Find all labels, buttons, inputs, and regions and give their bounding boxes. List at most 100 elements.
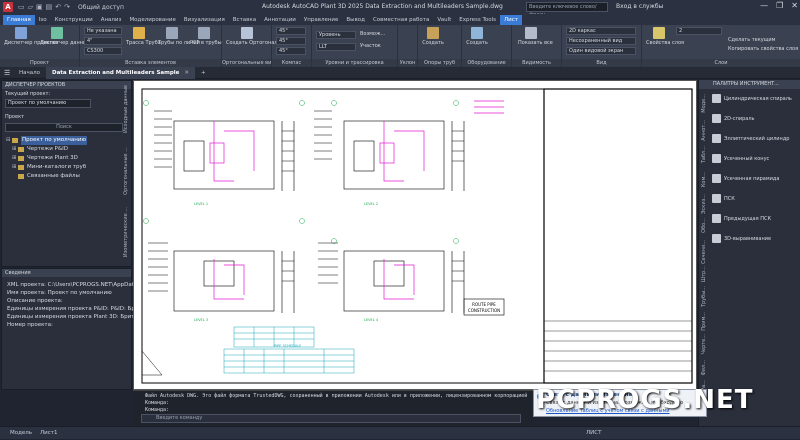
ribbon-tab-analysis[interactable]: Анализ bbox=[97, 15, 126, 25]
doc-tab-active[interactable]: Data Extraction and Multileaders Sample ✕ bbox=[46, 66, 196, 79]
ribbon-tab-express-tools[interactable]: Express Tools bbox=[455, 15, 500, 25]
schedule-tables bbox=[223, 326, 355, 374]
share-button[interactable]: Общий доступ bbox=[78, 4, 124, 11]
palette-item-truncated-cone[interactable]: Усеченный конус bbox=[712, 154, 769, 163]
drawing-canvas[interactable]: ROUTE PIPE CONSTRUCTION LEVEL 1 LEVEL 2 … bbox=[133, 80, 697, 390]
app-logo-icon[interactable]: A bbox=[3, 2, 13, 12]
palette-item-3d-align[interactable]: 3D-выравнивание bbox=[712, 234, 771, 243]
ribbon-tab-sheet[interactable]: Лист bbox=[500, 15, 522, 25]
signin-button[interactable]: Вход в службы bbox=[616, 3, 663, 10]
minimize-icon[interactable]: — bbox=[760, 1, 768, 10]
redo-icon[interactable]: ↷ bbox=[64, 3, 70, 11]
layer-combo[interactable]: 2 bbox=[676, 27, 722, 35]
palette-side-tab[interactable]: Прим... bbox=[701, 312, 710, 331]
check-section[interactable]: Участок bbox=[360, 43, 381, 50]
ribbon-tab-home[interactable]: Главная bbox=[3, 15, 35, 25]
save-icon[interactable]: ▣ bbox=[36, 3, 43, 11]
spec-combo[interactable]: Не указана bbox=[84, 27, 122, 35]
ribbon-tab-annotate[interactable]: Аннотации bbox=[260, 15, 300, 25]
ribbon-tab-visualization[interactable]: Визуализация bbox=[180, 15, 229, 25]
class-combo[interactable]: CS300 bbox=[84, 47, 122, 55]
project-section-label: Проект bbox=[5, 114, 25, 120]
support-icon bbox=[427, 27, 439, 39]
palette-item-helix[interactable]: Цилиндрическая спираль bbox=[712, 94, 792, 103]
pcf-to-pipe-button[interactable]: PCF в трубы bbox=[190, 27, 222, 46]
ribbon-tab-iso[interactable]: Iso bbox=[35, 15, 51, 25]
named-view-combo[interactable]: Несохраненный вид bbox=[566, 37, 636, 45]
check-possible[interactable]: Возмож... bbox=[360, 31, 385, 38]
project-manager-button[interactable]: Диспетчер проектов bbox=[4, 27, 58, 46]
side-tab-iso[interactable]: Изометрические ... bbox=[123, 207, 129, 257]
palette-side-tab[interactable]: Ком... bbox=[701, 172, 710, 187]
palette-side-tab[interactable]: Эскиз... bbox=[701, 194, 710, 214]
compass-angle-1[interactable]: 45° bbox=[276, 27, 306, 35]
match-layer-button[interactable]: Копировать свойства слоя bbox=[728, 46, 798, 53]
palette-item-truncated-pyramid[interactable]: Усеченная пирамида bbox=[712, 174, 779, 183]
maximize-icon[interactable]: ❐ bbox=[776, 1, 783, 10]
ribbon-tab-manage[interactable]: Управление bbox=[300, 15, 343, 25]
ribbon-tab-insert[interactable]: Вставка bbox=[229, 15, 260, 25]
close-icon[interactable]: ✕ bbox=[791, 1, 798, 10]
ribbon-tab-collaborate[interactable]: Совместная работа bbox=[369, 15, 433, 25]
show-all-button[interactable]: Показать все bbox=[518, 27, 553, 46]
search-input[interactable]: Введите ключевое слово/фразу bbox=[526, 2, 608, 18]
palette-side-tab[interactable]: Черте... bbox=[701, 334, 710, 354]
pipe-from-line-button[interactable]: Трубы по линии bbox=[158, 27, 200, 46]
make-current-button[interactable]: Сделать текущим bbox=[728, 37, 775, 44]
command-input[interactable]: Введите команду bbox=[141, 414, 521, 423]
llt-combo[interactable]: LLT bbox=[316, 43, 356, 51]
compass-angle-2[interactable]: 45° bbox=[276, 37, 306, 45]
open-icon[interactable]: ▱ bbox=[28, 3, 33, 11]
palette-side-tab[interactable]: Фил... bbox=[701, 360, 710, 376]
tree-item[interactable]: ⊞ Чертежи Plant 3D bbox=[6, 154, 87, 163]
palette-item-elliptical-cylinder[interactable]: Эллиптический цилиндр bbox=[712, 134, 789, 143]
save-as-icon[interactable]: ▤ bbox=[46, 3, 53, 11]
level-combo[interactable]: Уровень bbox=[316, 31, 356, 39]
palette-item-ucs[interactable]: ПСК bbox=[712, 194, 735, 203]
align-icon bbox=[712, 234, 721, 243]
tree-item[interactable]: Связанные файлы bbox=[6, 172, 87, 181]
side-tab-ortho[interactable]: Ортогональные ... bbox=[123, 147, 129, 195]
hamburger-menu-icon[interactable]: ☰ bbox=[4, 69, 13, 77]
palette-side-tab[interactable]: Обо... bbox=[701, 218, 710, 233]
ribbon-tab-vault[interactable]: Vault bbox=[433, 15, 455, 25]
create-ortho-view-button[interactable]: Создать Ортогональный вид bbox=[226, 27, 302, 46]
tree-item[interactable]: ⊞ Чертежи P&ID bbox=[6, 145, 87, 154]
visual-style-combo[interactable]: 2D каркас bbox=[566, 27, 636, 35]
layer-properties-button[interactable]: Свойства слоя bbox=[646, 27, 684, 46]
project-search-input[interactable]: Поиск bbox=[5, 123, 123, 132]
layout-tab-model[interactable]: Модель bbox=[10, 427, 32, 440]
palette-item-2d-spiral[interactable]: 2D-спираль bbox=[712, 114, 754, 123]
new-tab-plus-icon[interactable]: + bbox=[195, 67, 212, 79]
palette-side-tab[interactable]: Сечени... bbox=[701, 240, 710, 264]
detail-line: Описание проекта: bbox=[7, 298, 63, 304]
data-manager-button[interactable]: Диспетчер данных bbox=[40, 27, 90, 46]
viewport-combo[interactable]: Один видовой экран bbox=[566, 47, 636, 55]
panel-label: Видимость bbox=[512, 59, 561, 67]
palette-side-tab[interactable]: Штр... bbox=[701, 266, 710, 282]
title-block-text-1: ROUTE PIPE bbox=[472, 302, 496, 307]
layout-tab-sheet1[interactable]: Лист1 bbox=[40, 427, 57, 440]
palette-side-tab[interactable]: Трубы... bbox=[701, 286, 710, 307]
route-pipe-button[interactable]: Трасса Труба bbox=[126, 27, 161, 46]
undo-icon[interactable]: ↶ bbox=[55, 3, 61, 11]
ribbon-tab-output[interactable]: Вывод bbox=[342, 15, 369, 25]
palette-item-previous-ucs[interactable]: Предыдущая ПСК bbox=[712, 214, 771, 223]
pipes-bottom-left bbox=[213, 259, 245, 300]
palette-side-tab[interactable]: Аннот... bbox=[701, 120, 710, 141]
compass-angle-3[interactable]: 45° bbox=[276, 47, 306, 55]
palette-side-tab[interactable]: Моде... bbox=[701, 94, 710, 113]
tree-item[interactable]: ⊞ Мини-каталоги труб bbox=[6, 163, 87, 172]
create-equipment-button[interactable]: Создать bbox=[466, 27, 488, 46]
new-icon[interactable]: ▭ bbox=[18, 3, 25, 11]
size-combo[interactable]: 4" bbox=[84, 37, 122, 45]
doc-tab-start[interactable]: Начало bbox=[13, 67, 46, 79]
side-tab-source[interactable]: Исходные данные bbox=[123, 85, 129, 133]
ribbon-tab-modeling[interactable]: Моделирование bbox=[125, 15, 179, 25]
close-tab-icon[interactable]: ✕ bbox=[184, 70, 189, 76]
palette-side-tab[interactable]: Табл... bbox=[701, 146, 710, 163]
ribbon-tab-structure[interactable]: Конструкции bbox=[51, 15, 97, 25]
current-project-combo[interactable]: Проект по умолчанию bbox=[5, 99, 91, 108]
create-support-button[interactable]: Создать bbox=[422, 27, 444, 46]
tree-item[interactable]: ⊟ Проект по умолчанию bbox=[6, 136, 88, 145]
